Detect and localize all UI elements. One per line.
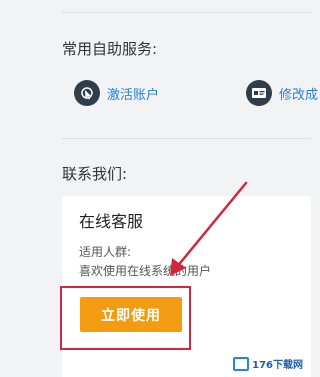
id-card-icon [246,80,272,106]
top-divider [62,12,311,13]
cursor-click-icon [74,80,100,106]
contact-title: 联系我们: [62,165,128,183]
watermark-logo-icon [233,356,250,371]
activate-account-label: 激活账户 [107,87,160,103]
modify-label: 修改成 [279,87,319,103]
middle-divider [62,138,311,139]
activate-account-link[interactable]: 激活账户 [74,80,159,106]
self-service-title: 常用自助服务: [62,40,158,58]
watermark: 176下载网 [229,354,307,373]
online-service-title: 在线客服 [79,212,144,231]
audience-value: 喜欢使用在线系统的用户 [79,264,212,278]
watermark-text: 176下载网 [252,360,303,371]
use-now-button[interactable]: 立即使用 [80,297,182,332]
audience-label: 适用人群: [79,245,132,259]
modify-link[interactable]: 修改成 [246,80,318,106]
